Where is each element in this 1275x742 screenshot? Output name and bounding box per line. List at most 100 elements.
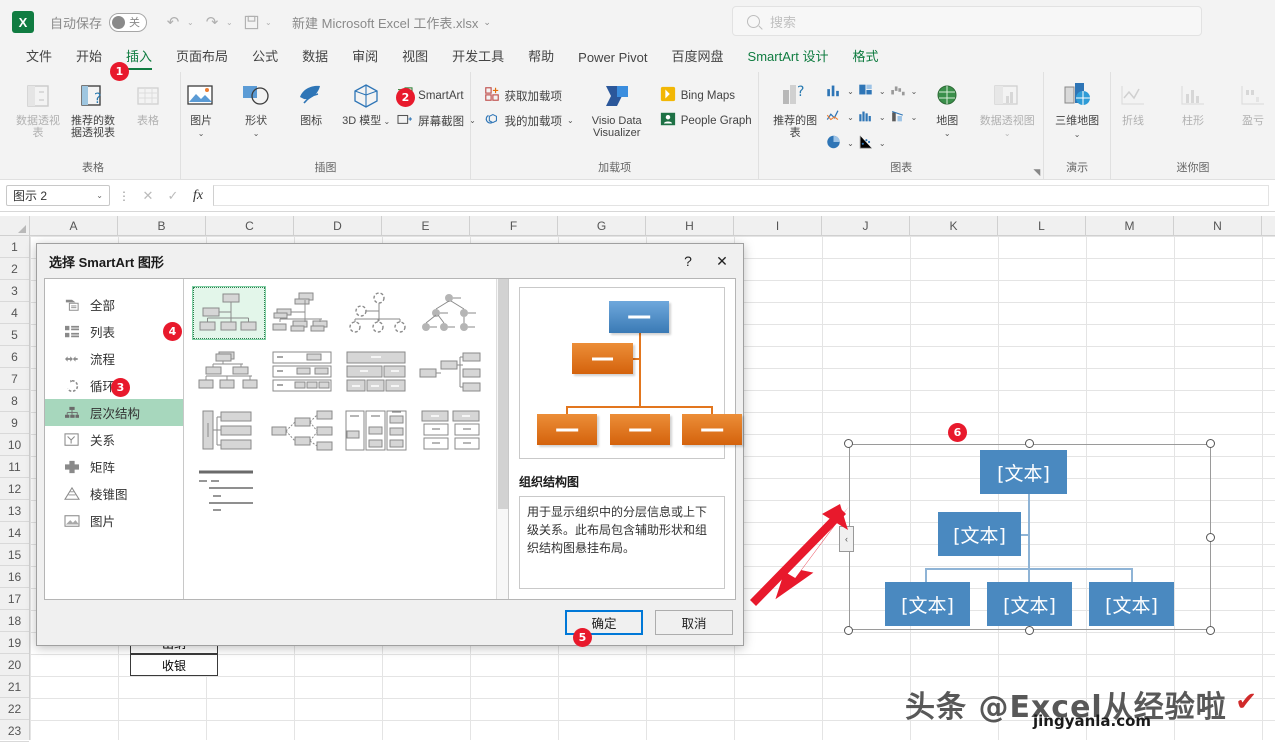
column-header-a[interactable]: A (30, 216, 118, 235)
tab-format[interactable]: 格式 (840, 43, 890, 70)
3d-map-chevron-icon[interactable]: ⌄ (1074, 130, 1081, 139)
column-header-d[interactable]: D (294, 216, 382, 235)
gallery-scrollbar[interactable] (496, 279, 508, 599)
name-box-chevron-icon[interactable]: ⌄ (96, 191, 103, 200)
row-header-22[interactable]: 22 (0, 698, 29, 720)
row-header-10[interactable]: 10 (0, 434, 29, 456)
resize-handle-n[interactable] (1025, 439, 1034, 448)
layout-thumb-name-title-org[interactable] (267, 287, 339, 339)
customize-qat-icon[interactable]: ⌄ (265, 18, 276, 27)
row-header-12[interactable]: 12 (0, 478, 29, 500)
recommended-pivot-button[interactable]: ? 推荐的数据透视表 (67, 77, 119, 142)
resize-handle-ne[interactable] (1206, 439, 1215, 448)
category-pyramid[interactable]: 棱锥图 (45, 480, 183, 507)
column-header-k[interactable]: K (910, 216, 998, 235)
tab-developer[interactable]: 开发工具 (440, 43, 516, 70)
sparkline-line-button[interactable]: 折线 (1107, 77, 1159, 130)
resize-handle-nw[interactable] (844, 439, 853, 448)
autosave-toggle[interactable]: 关 (109, 12, 148, 32)
title-chevron-icon[interactable]: ⌄ (483, 17, 491, 28)
column-header-h[interactable]: H (646, 216, 734, 235)
tab-baidu-netdisk[interactable]: 百度网盘 (660, 43, 736, 70)
column-chart-button[interactable]: ⌄ (825, 79, 854, 104)
layout-thumb-lined-hierarchy[interactable] (267, 405, 339, 457)
smartart-node-child-3[interactable]: [文本] (1089, 582, 1174, 626)
category-matrix[interactable]: 矩阵 (45, 453, 183, 480)
layout-thumb-hierarchy-list[interactable] (415, 405, 487, 457)
name-box[interactable]: 图示 2 ⌄ (6, 185, 110, 206)
column-chart-chevron-icon[interactable]: ⌄ (847, 87, 854, 96)
pivot-chart-chevron-icon[interactable]: ⌄ (1004, 129, 1011, 138)
fx-icon[interactable]: fx (188, 188, 208, 204)
cancel-icon[interactable]: ✕ (138, 188, 158, 204)
cancel-button[interactable]: 取消 (655, 610, 733, 635)
save-icon[interactable] (239, 10, 263, 34)
get-addins-button[interactable]: 获取加载项 (484, 83, 574, 108)
tab-file[interactable]: 文件 (14, 43, 64, 70)
text-pane-toggle[interactable]: ‹ (839, 526, 854, 552)
layout-thumb-horizontal-tree[interactable] (415, 346, 487, 398)
3d-model-button[interactable]: 3D 模型 ⌄ (340, 77, 392, 131)
category-hierarchy[interactable]: 层次结构 (45, 399, 183, 426)
resize-handle-sw[interactable] (844, 626, 853, 635)
column-header-c[interactable]: C (206, 216, 294, 235)
layout-thumb-table-hierarchy[interactable] (341, 346, 413, 398)
pictures-button[interactable]: 图片 ⌄ (175, 77, 227, 143)
row-header-2[interactable]: 2 (0, 258, 29, 280)
column-header-g[interactable]: G (558, 216, 646, 235)
hierarchy-chart-button[interactable]: ⌄ (857, 79, 886, 104)
tab-smartart-design[interactable]: SmartArt 设计 (736, 43, 841, 70)
autosave-control[interactable]: 自动保存 关 (50, 12, 148, 32)
cell-b20[interactable]: 收银 (130, 654, 218, 676)
layout-thumb-org-chart[interactable] (192, 286, 266, 340)
layout-thumb-labeled-hierarchy[interactable] (415, 287, 487, 339)
pie-chart-chevron-icon[interactable]: ⌄ (847, 139, 854, 148)
smartart-node-top[interactable]: [文本] (980, 450, 1067, 494)
category-relationship[interactable]: 关系 (45, 426, 183, 453)
column-header-j[interactable]: J (822, 216, 910, 235)
hierarchy-chart-chevron-icon[interactable]: ⌄ (879, 87, 886, 96)
formula-input[interactable] (213, 185, 1269, 206)
smartart-node-child-1[interactable]: [文本] (885, 582, 970, 626)
resize-handle-e[interactable] (1206, 533, 1215, 542)
combo-chart-button[interactable]: ⌄ (889, 105, 918, 130)
shapes-button[interactable]: 形状 ⌄ (230, 77, 282, 143)
row-header-15[interactable]: 15 (0, 544, 29, 566)
column-header-e[interactable]: E (382, 216, 470, 235)
layout-thumb-grouped-list[interactable] (341, 405, 413, 457)
scatter-chart-button[interactable]: ⌄ (857, 131, 886, 156)
row-header-8[interactable]: 8 (0, 390, 29, 412)
waterfall-chart-button[interactable]: ⌄ (889, 79, 918, 104)
row-header-19[interactable]: 19 (0, 632, 29, 654)
combo-chart-chevron-icon[interactable]: ⌄ (911, 113, 918, 122)
tab-view[interactable]: 视图 (390, 43, 440, 70)
recommended-charts-button[interactable]: ? 推荐的图表 (769, 77, 821, 142)
resize-handle-s[interactable] (1025, 626, 1034, 635)
close-icon[interactable]: ✕ (705, 248, 739, 274)
resize-handle-se[interactable] (1206, 626, 1215, 635)
layout-thumb-vertical-list-hierarchy[interactable] (193, 405, 265, 457)
statistic-chart-chevron-icon[interactable]: ⌄ (879, 113, 886, 122)
row-header-5[interactable]: 5 (0, 324, 29, 346)
layout-thumb-circle-hierarchy[interactable] (341, 287, 413, 339)
row-header-21[interactable]: 21 (0, 676, 29, 698)
row-header-7[interactable]: 7 (0, 368, 29, 390)
sparkline-winloss-button[interactable]: 盈亏 (1227, 77, 1275, 130)
help-icon[interactable]: ? (671, 248, 705, 274)
screenshot-button[interactable]: 屏幕截图 ⌄ (397, 108, 476, 133)
waterfall-chart-chevron-icon[interactable]: ⌄ (911, 87, 918, 96)
row-header-16[interactable]: 16 (0, 566, 29, 588)
tab-formulas[interactable]: 公式 (240, 43, 290, 70)
confirm-icon[interactable]: ✓ (163, 188, 183, 204)
layout-thumb-horizontal-multilevel[interactable] (193, 464, 265, 516)
search-input[interactable]: 搜索 (732, 6, 1202, 36)
column-header-b[interactable]: B (118, 216, 206, 235)
redo-chevron-icon[interactable]: ⌄ (226, 18, 237, 27)
people-graph-button[interactable]: People Graph (660, 108, 752, 133)
shapes-chevron-icon[interactable]: ⌄ (253, 129, 260, 138)
tab-data[interactable]: 数据 (290, 43, 340, 70)
category-all[interactable]: 全部 (45, 291, 183, 318)
row-header-23[interactable]: 23 (0, 720, 29, 742)
icons-button[interactable]: 图标 (285, 77, 337, 130)
column-header-l[interactable]: L (998, 216, 1086, 235)
